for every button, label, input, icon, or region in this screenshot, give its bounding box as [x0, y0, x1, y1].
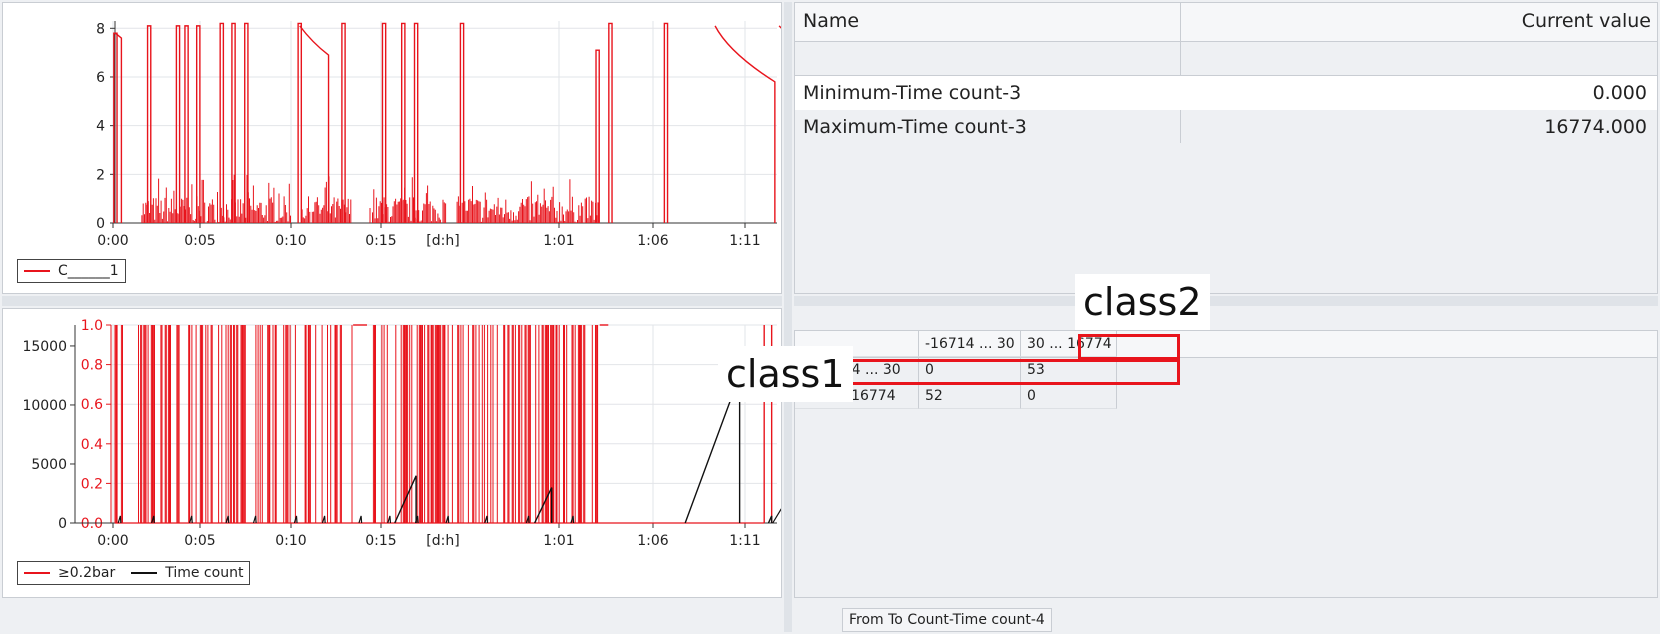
series-peak-6 — [231, 22, 236, 223]
left-y-tick-label: 5000 — [31, 457, 67, 473]
x-tick-label: 1:11 — [729, 233, 760, 249]
series-peak-4 — [195, 25, 201, 223]
legend-swatch-black-icon — [131, 572, 158, 574]
right-y-tick-label: 1.0 — [81, 318, 103, 334]
right-horizontal-splitter[interactable] — [794, 296, 1658, 306]
row-value: 0.000 — [1592, 82, 1647, 104]
left-y-tick-label: 10000 — [22, 398, 67, 414]
x-tick-label: 1:01 — [543, 233, 574, 249]
left-y-tick-label: 0 — [58, 516, 67, 532]
matrix-cell-value: 52 — [919, 383, 1021, 409]
matrix-col-header[interactable]: -16714 ... 30 — [919, 331, 1021, 357]
series-noise-path — [141, 174, 599, 223]
series-peak-2 — [175, 25, 181, 223]
legend-swatch-red-icon — [24, 270, 50, 272]
vertical-splitter[interactable] — [784, 2, 792, 632]
right-y-tick-label: 0.4 — [81, 437, 103, 453]
legend-label-pressure: ≥0.2bar — [58, 565, 116, 581]
right-y-tick-label: 0.2 — [81, 476, 103, 492]
left-y-tick-label: 15000 — [22, 339, 67, 355]
stats-empty-row — [795, 41, 1657, 76]
row-name: Minimum-Time count-3 — [803, 82, 1022, 104]
annotation-class2: class2 — [1075, 274, 1210, 330]
x-tick-label: 0:15 — [365, 233, 396, 249]
right-y-tick-label: 0.0 — [81, 516, 103, 532]
matrix-cell-value: 53 — [1021, 357, 1117, 383]
matrix-cell-value: 0 — [919, 357, 1021, 383]
x-tick-label: 1:11 — [729, 533, 760, 549]
top-chart-panel: 0 2 4 6 8 0:00 0:05 0:10 0:15 1:01 1:06 1:11 [d:h] C… — [2, 2, 782, 294]
series-timecount-base — [117, 508, 781, 524]
left-horizontal-splitter[interactable] — [2, 296, 782, 306]
series-pressure-switching — [114, 325, 599, 523]
legend-item-c1: C______1 — [24, 263, 119, 279]
x-tick-label: 0:00 — [97, 233, 128, 249]
top-line-chart: 0 2 4 6 8 0:00 0:05 0:10 0:15 1:01 1:06 1:11 [d:h] — [96, 21, 781, 249]
x-unit-label: [d:h] — [426, 233, 459, 249]
series-start — [114, 32, 123, 223]
legend-label-timecount: Time count — [165, 565, 244, 581]
row-value: 16774.000 — [1544, 116, 1647, 138]
right-y-tick-label: 0.8 — [81, 358, 103, 374]
x-tick-label: 1:01 — [543, 533, 574, 549]
y-tick-label: 4 — [96, 119, 105, 135]
legend-item-pressure: ≥0.2bar — [24, 565, 115, 581]
stats-table-panel: Name Current value Minimum-Time count-3 … — [794, 2, 1658, 294]
x-tick-label: 0:05 — [184, 233, 215, 249]
matrix-tab[interactable]: From To Count-Time count-4 — [842, 608, 1052, 632]
matrix-cell-value: 0 — [1021, 383, 1117, 409]
right-y-tick-label: 0.6 — [81, 397, 103, 413]
series-peak-10 — [381, 22, 387, 223]
series-peak-9 — [341, 22, 346, 223]
annotation-class1: class1 — [718, 346, 853, 402]
series-peak-12 — [413, 22, 419, 223]
series-peak-3 — [184, 25, 189, 223]
series-peak-5 — [219, 22, 225, 223]
column-header-name[interactable]: Name — [803, 10, 859, 32]
series-peak-15 — [608, 22, 613, 223]
bottom-chart-panel: 0 5000 10000 15000 0.0 0.2 0.4 0.6 0.8 1.0 0:00 0:0… — [2, 308, 782, 598]
matrix-panel: -16714 ... 30 30 ... 16774 -16714 ... 30… — [794, 330, 1658, 598]
bottom-chart-legend: ≥0.2bar Time count — [17, 561, 251, 585]
series-peak-14 — [595, 49, 600, 223]
matrix-col-header[interactable]: 30 ... 16774 — [1021, 331, 1117, 357]
y-tick-label: 0 — [96, 216, 105, 232]
x-tick-label: 0:05 — [184, 533, 215, 549]
series-decay-1 — [299, 25, 330, 223]
series-timecount-ramp-3 — [767, 515, 773, 524]
x-tick-label: 0:10 — [275, 233, 306, 249]
series-tail — [778, 25, 781, 29]
table-row[interactable]: Minimum-Time count-3 0.000 — [795, 76, 1657, 110]
x-tick-label: 1:06 — [637, 533, 669, 549]
row-name: Maximum-Time count-3 — [803, 116, 1027, 138]
x-tick-label: 0:10 — [275, 533, 306, 549]
x-tick-label: 1:06 — [637, 233, 669, 249]
series-peak-7 — [244, 22, 249, 223]
y-tick-label: 6 — [96, 70, 105, 86]
bottom-dual-axis-chart: 0 5000 10000 15000 0.0 0.2 0.4 0.6 0.8 1.0 0:00 0:0… — [22, 318, 781, 549]
legend-label-c1: C______1 — [58, 263, 119, 279]
top-chart-legend: C______1 — [17, 259, 126, 283]
series-peak-13 — [459, 22, 465, 223]
series-peak-8 — [297, 22, 303, 223]
x-unit-label: [d:h] — [426, 533, 459, 549]
y-tick-label: 8 — [96, 21, 105, 37]
series-peak-11 — [400, 22, 406, 223]
series-peak-16 — [663, 22, 669, 223]
y-tick-label: 2 — [96, 167, 105, 183]
x-tick-label: 0:00 — [97, 533, 128, 549]
x-tick-label: 0:15 — [365, 533, 396, 549]
legend-swatch-red-icon — [24, 572, 50, 574]
table-row[interactable]: Maximum-Time count-3 16774.000 — [795, 110, 1657, 144]
column-header-current-value[interactable]: Current value — [1522, 10, 1651, 32]
series-peak-1 — [146, 25, 152, 223]
legend-item-timecount: Time count — [131, 565, 243, 581]
